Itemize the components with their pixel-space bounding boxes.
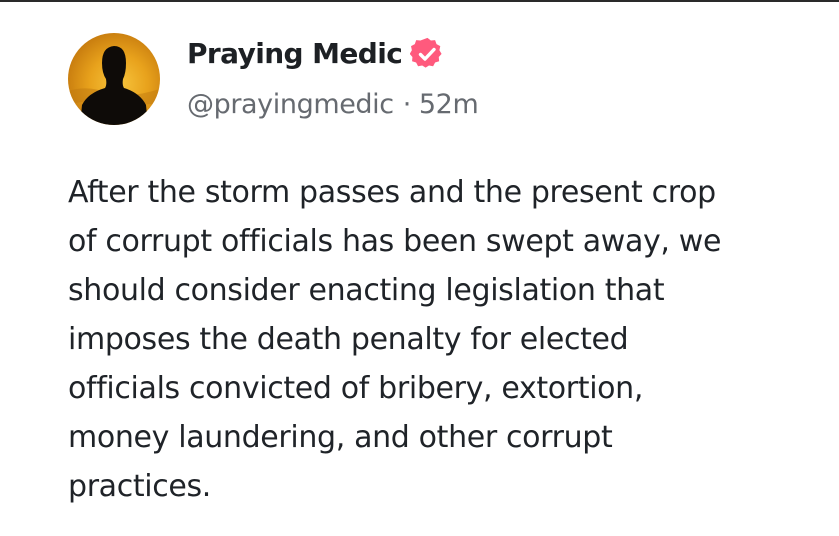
post-card: Praying Medic @prayingmedic · 52m After … [0,0,839,536]
author-row: Praying Medic [187,34,444,74]
post-timestamp[interactable]: 52m [419,86,479,124]
verified-badge-icon [410,37,444,71]
post-body-text: After the storm passes and the present c… [68,175,722,504]
author-display-name[interactable]: Praying Medic [187,34,403,74]
avatar[interactable] [68,33,160,125]
author-handle[interactable]: @prayingmedic [187,86,394,124]
meta-separator: · [402,89,412,120]
post-meta: @prayingmedic · 52m [187,86,479,124]
